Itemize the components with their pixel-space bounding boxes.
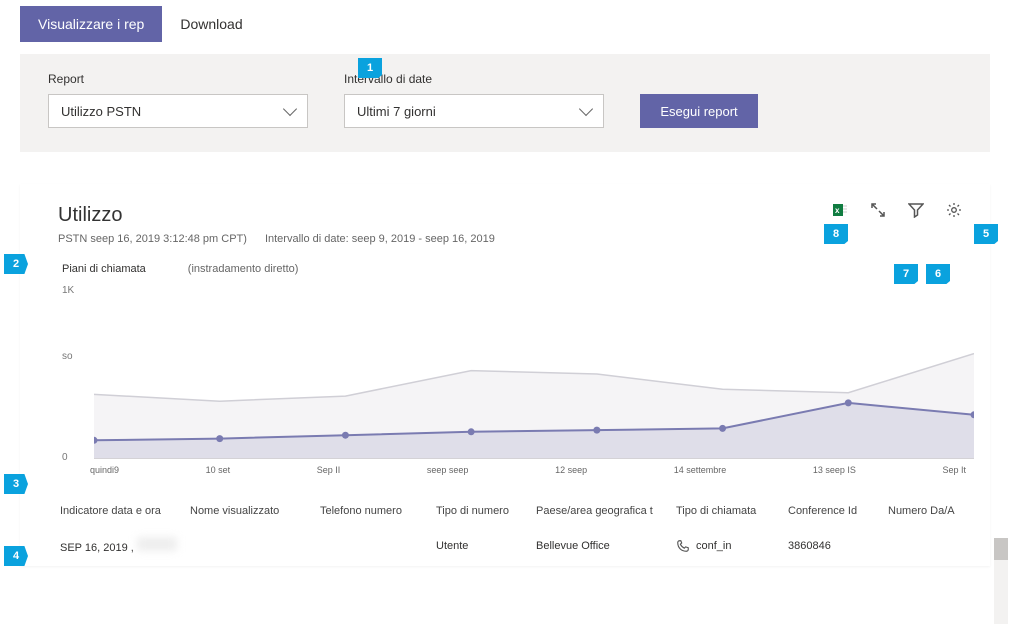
cell-conference-id: 3860846 [786,534,886,558]
callout-4: 4 [4,546,28,566]
report-subtitle-range: Intervallo di date: seep 9, 2019 - seep … [265,233,495,245]
cell-number-type: Utente [434,534,534,558]
tab-view-reports[interactable]: Visualizzare i rep [20,6,162,42]
cell-phone [318,540,434,552]
report-select-value: Utilizzo PSTN [61,104,141,119]
chevron-down-icon [283,102,297,116]
filter-icon[interactable] [908,202,924,218]
column-header[interactable]: Tipo di numero [434,501,534,521]
x-axis-label: 14 settembre [674,465,727,475]
report-label: Report [48,72,308,86]
svg-text:x: x [835,206,840,215]
cell-date: SEP 16, 2019 , [58,531,188,560]
column-header[interactable]: Indicatore data e ora [58,501,188,521]
y-axis-label: 0 [62,452,68,463]
column-header[interactable]: Tipo di chiamata [674,501,786,521]
date-range-select[interactable]: Ultimi 7 giorni [344,94,604,128]
column-header[interactable]: Nome visualizzato [188,501,318,521]
column-header[interactable]: Numero Da/A [886,501,998,521]
report-subtitle-timestamp: PSTN seep 16, 2019 3:12:48 pm CPT) [58,233,247,245]
x-axis-label: seep seep [427,465,469,475]
callout-7: 7 [894,264,918,284]
column-header[interactable]: Conference Id [786,501,886,521]
run-report-button[interactable]: Esegui report [640,94,758,128]
x-axis-label: 10 set [206,465,231,475]
x-axis-label: quindi9 [90,465,119,475]
callout-1: 1 [358,58,382,78]
callout-8: 8 [824,224,848,244]
cell-call-type: conf_in [674,533,786,559]
tab-download[interactable]: Download [162,6,260,42]
date-range-label: Intervallo di date [344,72,604,86]
y-axis-label: 1K [62,285,74,296]
date-range-value: Ultimi 7 giorni [357,104,436,119]
column-header[interactable]: Telefono numero [318,501,434,521]
cell-display-name [188,540,318,552]
callout-6: 6 [926,264,950,284]
phone-icon [676,539,690,553]
x-axis-label: Sep It [942,465,966,475]
x-axis-label: Sep II [317,465,341,475]
usage-chart: 1K so 0 [64,289,974,459]
filter-panel: Report Utilizzo PSTN Intervallo di date … [20,54,990,152]
series-tab-calling-plans[interactable]: Piani di chiamata [62,263,146,275]
cell-number-to-from [886,540,998,552]
x-axis-label: 12 seep [555,465,587,475]
series-tab-direct-routing[interactable]: (instradamento diretto) [188,263,299,275]
gear-icon[interactable] [946,202,962,218]
table-row[interactable]: SEP 16, 2019 , Utente Bellevue Office co… [58,531,968,560]
callout-2: 2 [4,254,28,274]
callout-5: 5 [974,224,998,244]
chevron-down-icon [579,102,593,116]
column-header[interactable]: Paese/area geografica t [534,501,674,521]
callout-3: 3 [4,474,28,494]
export-excel-icon[interactable]: x [832,202,848,218]
y-axis-label: so [62,351,73,362]
x-axis-label: 13 seep IS [813,465,856,475]
scrollbar-thumb[interactable] [994,538,1008,560]
expand-icon[interactable] [870,202,886,218]
report-select[interactable]: Utilizzo PSTN [48,94,308,128]
cell-country: Bellevue Office [534,534,674,558]
